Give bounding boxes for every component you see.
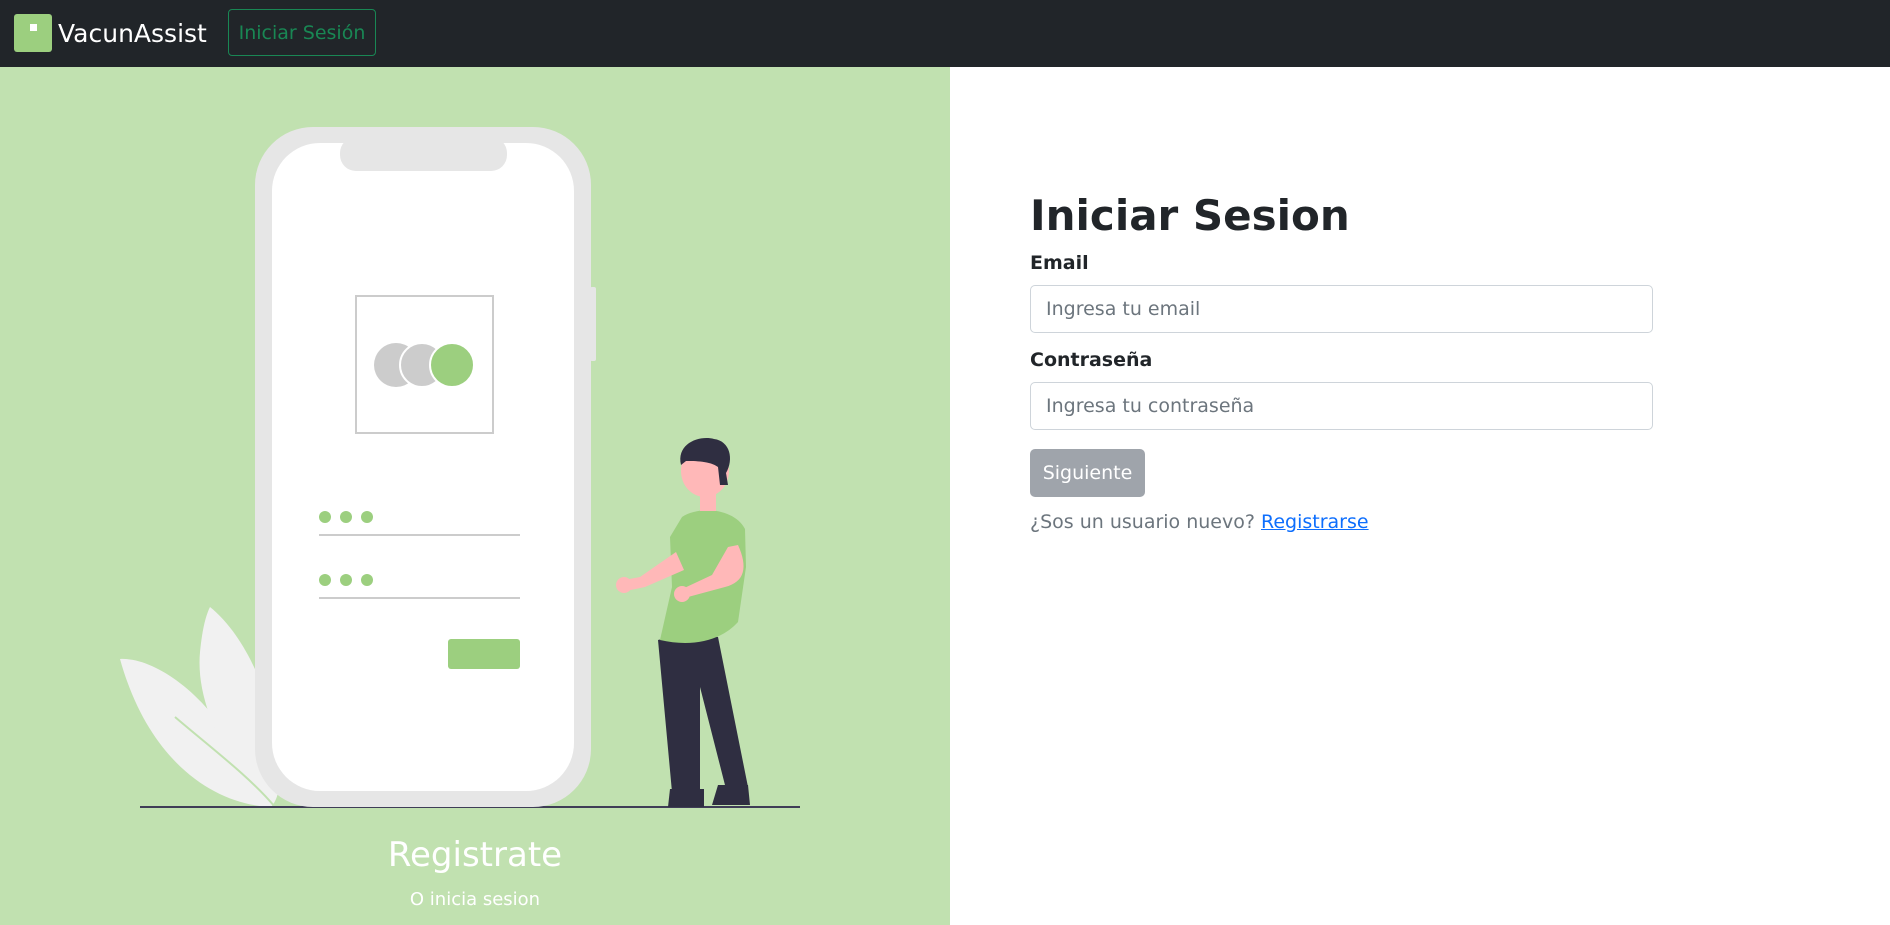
login-illustration	[120, 127, 800, 808]
brand-name: VacunAssist	[58, 18, 207, 48]
left-panel: Registrate O inicia sesion	[0, 67, 950, 925]
email-input[interactable]	[1030, 285, 1653, 333]
left-panel-title: Registrate	[387, 835, 563, 875]
left-panel-subtitle: O inicia sesion	[409, 889, 541, 910]
submit-button[interactable]: Siguiente	[1030, 449, 1145, 497]
form-title: Iniciar Sesion	[1030, 191, 1350, 240]
register-link[interactable]: Registrarse	[1261, 511, 1369, 533]
register-prompt: ¿Sos un usuario nuevo?	[1030, 511, 1255, 533]
person-icon	[616, 438, 750, 807]
login-form-panel: Iniciar Sesion Email Contraseña Siguient…	[950, 67, 1890, 925]
navbar: VacunAssist Iniciar Sesión	[0, 0, 1890, 67]
phone-icon	[255, 127, 596, 807]
app-logo-icon	[14, 14, 52, 52]
password-label: Contraseña	[1030, 349, 1153, 371]
nav-login-button[interactable]: Iniciar Sesión	[228, 9, 376, 56]
brand[interactable]: VacunAssist	[14, 14, 207, 52]
password-input[interactable]	[1030, 382, 1653, 430]
register-line: ¿Sos un usuario nuevo? Registrarse	[1030, 511, 1369, 533]
email-label: Email	[1030, 252, 1089, 274]
